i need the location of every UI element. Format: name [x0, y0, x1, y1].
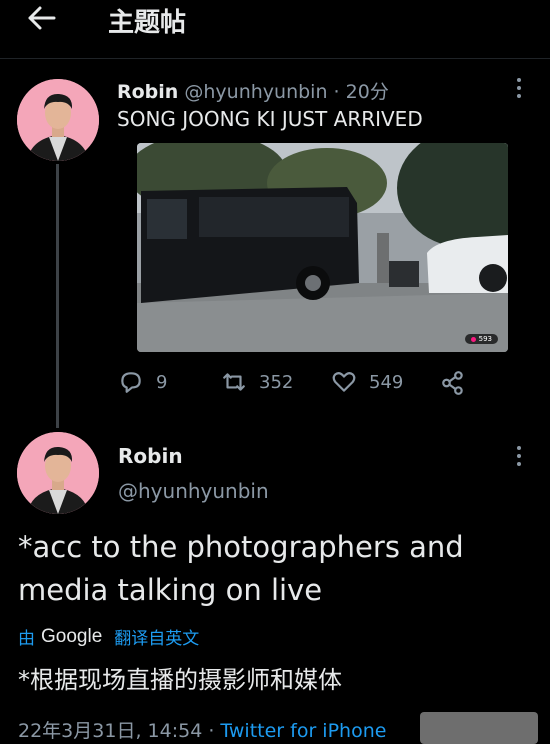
display-name[interactable]: Robin [117, 81, 178, 103]
translated-text: *根据现场直播的摄影师和媒体 [18, 666, 342, 694]
translation-attribution: 由 Google 翻译自英文 [18, 624, 199, 650]
reply-icon [121, 372, 141, 393]
timestamp[interactable]: 20分 [346, 81, 389, 103]
arrow-left-icon[interactable] [26, 4, 56, 32]
avatar[interactable] [17, 79, 99, 161]
reply-count: 9 [156, 371, 168, 393]
tweet-text-line: *acc to the photographers and [18, 530, 464, 564]
handle[interactable]: @hyunhyunbin [184, 81, 327, 103]
watermark [420, 712, 538, 744]
retweet-count: 352 [259, 371, 294, 393]
tweet-media[interactable]: 593 [137, 143, 508, 352]
live-dot-icon [470, 336, 476, 342]
more-vertical-icon[interactable] [514, 444, 524, 468]
avatar[interactable] [17, 432, 99, 514]
avatar-photo [17, 79, 99, 161]
tweet-header: Robin @hyunhyunbin · 20分 [117, 77, 389, 104]
tweet-text: *acc to the photographers and media talk… [18, 526, 538, 612]
share-icon[interactable] [440, 370, 466, 396]
translate-by-label: 由 [18, 629, 35, 649]
more-vertical-icon[interactable] [514, 76, 524, 100]
separator: · [208, 720, 215, 742]
tweet-meta: 22年3月31日, 14:54 · Twitter for iPhone [18, 716, 386, 743]
van-photo [137, 143, 508, 352]
media-view-badge: 593 [464, 334, 498, 344]
avatar-photo [17, 432, 99, 514]
media-badge-count: 593 [478, 335, 492, 343]
thread-line [56, 164, 59, 428]
like-button[interactable]: 549 [331, 369, 403, 395]
page-title: 主题帖 [108, 8, 187, 38]
tweet-date[interactable]: 22年3月31日, 14:54 [18, 720, 202, 742]
reply-button[interactable]: 9 [118, 369, 167, 395]
tweet-source-link[interactable]: Twitter for iPhone [220, 720, 386, 742]
retweet-icon [223, 373, 245, 391]
retweet-button[interactable]: 352 [221, 369, 293, 395]
google-logo: Google [41, 625, 103, 647]
handle[interactable]: @hyunhyunbin [118, 479, 269, 503]
tweet-text: SONG JOONG KI JUST ARRIVED [117, 107, 423, 131]
translated-from-english-link[interactable]: 翻译自英文 [114, 624, 199, 649]
like-count: 549 [369, 371, 404, 393]
separator: · [333, 81, 340, 103]
heart-icon [332, 372, 356, 392]
display-name[interactable]: Robin [118, 444, 183, 468]
tweet-text-line: media talking on live [18, 573, 323, 607]
top-bar: 主题帖 [0, 0, 550, 59]
